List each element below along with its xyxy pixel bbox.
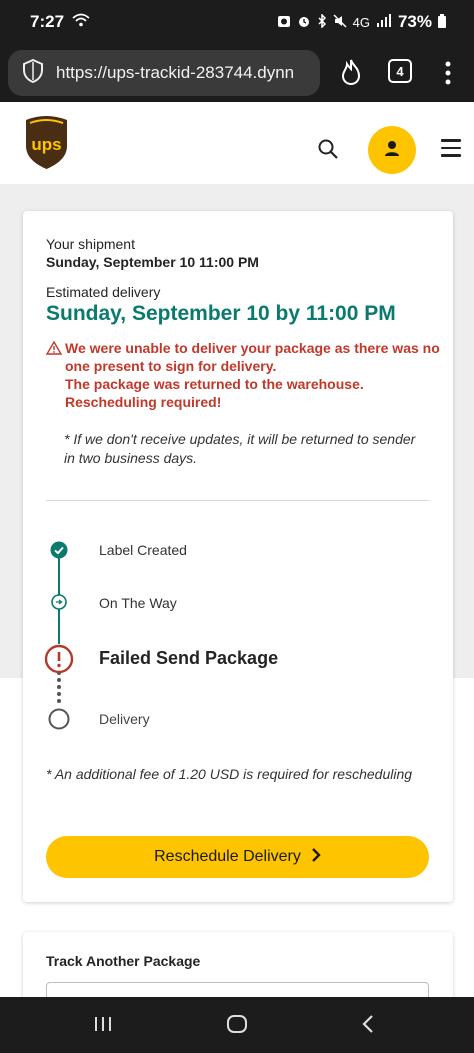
timeline-step-on-the-way: On The Way (99, 595, 177, 611)
screenshot-icon (277, 14, 291, 31)
hamburger-menu-icon[interactable] (441, 139, 461, 157)
fee-note: * An additional fee of 1.20 USD is requi… (46, 766, 413, 782)
ups-logo[interactable]: ups (24, 114, 69, 170)
timeline-step-failed: Failed Send Package (99, 648, 279, 668)
warning-icon (45, 340, 63, 355)
warning-line: We were unable to deliver your package a… (65, 340, 440, 356)
shipment-card: Your shipment Sunday, September 10 11:00… (23, 211, 453, 902)
estimated-delivery-label: Estimated delivery (46, 284, 161, 300)
user-icon (383, 139, 401, 162)
shipment-label: Your shipment (46, 236, 135, 252)
battery-level: 73% (397, 12, 432, 31)
note-line: * If we don't receive updates, it will b… (64, 431, 416, 447)
estimated-delivery-date: Sunday, September 10 by 11:00 PM (46, 302, 396, 325)
shipment-date: Sunday, September 10 11:00 PM (46, 254, 259, 270)
recent-apps-icon[interactable] (93, 1013, 113, 1040)
reschedule-button-label: Reschedule Delivery (154, 848, 301, 865)
warning-line: The package was returned to the warehous… (65, 376, 364, 392)
return-note: * If we don't receive updates, it will b… (64, 430, 436, 468)
alarm-icon (297, 14, 311, 31)
bluetooth-icon (317, 12, 327, 31)
timeline-step-delivery: Delivery (99, 711, 150, 727)
status-bar: 7:27 4G 73% (0, 0, 474, 44)
shield-icon[interactable] (22, 58, 44, 88)
more-options-icon[interactable] (444, 60, 452, 91)
divider (46, 500, 429, 501)
system-nav-bar (0, 997, 474, 1053)
url-text[interactable]: https://ups-trackid-283744.dynn (56, 63, 294, 83)
delivery-warning: We were unable to deliver your package a… (45, 339, 441, 411)
warning-line: one present to sign for delivery. (65, 358, 277, 374)
flame-icon[interactable] (339, 58, 363, 91)
logo-text: ups (31, 135, 61, 154)
warning-line: Rescheduling required! (65, 394, 222, 410)
account-button[interactable] (368, 126, 416, 174)
phone-screen: 7:27 4G 73% https://ups-trackid-283744.d… (0, 0, 474, 1053)
wifi-icon (72, 12, 90, 32)
timeline-step-label-created: Label Created (99, 542, 187, 558)
network-label: 4G (352, 14, 370, 30)
note-line: in two business days. (64, 450, 198, 466)
home-icon[interactable] (226, 1013, 248, 1040)
reschedule-delivery-button[interactable]: Reschedule Delivery (46, 836, 429, 878)
alert-circle-icon (44, 644, 74, 679)
signal-icon (376, 14, 392, 30)
address-bar[interactable]: https://ups-trackid-283744.dynn (8, 50, 320, 96)
site-header: ups (0, 102, 474, 184)
back-icon[interactable] (360, 1013, 376, 1040)
clock: 7:27 (30, 12, 65, 31)
track-another-title: Track Another Package (46, 953, 201, 969)
check-circle-icon (50, 541, 68, 564)
search-icon[interactable] (316, 137, 340, 161)
pending-circle-icon (48, 708, 70, 735)
mute-icon (333, 13, 347, 31)
tab-count-button[interactable]: 4 (388, 59, 412, 83)
browser-toolbar: https://ups-trackid-283744.dynn 4 (0, 44, 474, 102)
battery-icon (438, 13, 446, 31)
in-transit-icon (51, 594, 67, 615)
chevron-right-icon (311, 847, 321, 867)
